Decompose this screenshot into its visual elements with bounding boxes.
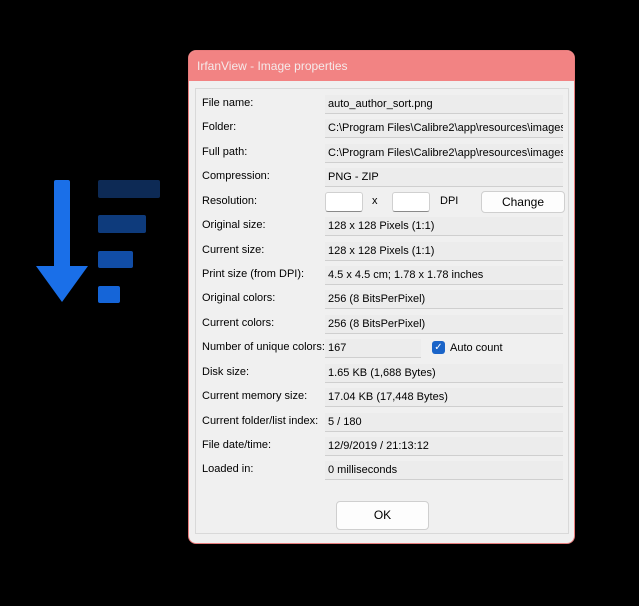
list-bar xyxy=(98,215,146,233)
sort-by-author-icon xyxy=(36,178,166,306)
folder-index-value[interactable]: 5 / 180 xyxy=(325,413,563,432)
row-folder: Folder: C:\Program Files\Calibre2\app\re… xyxy=(196,118,568,140)
loaded-in-value[interactable]: 0 milliseconds xyxy=(325,461,563,480)
image-properties-dialog: IrfanView - Image properties File name: … xyxy=(188,50,575,544)
disk-size-label: Disk size: xyxy=(202,366,250,378)
row-current-size: Current size: 128 x 128 Pixels (1:1) xyxy=(196,241,568,263)
list-bar xyxy=(98,286,120,303)
row-compression: Compression: PNG - ZIP xyxy=(196,167,568,189)
dialog-titlebar[interactable]: IrfanView - Image properties xyxy=(189,51,574,81)
row-loaded-in: Loaded in: 0 milliseconds xyxy=(196,460,568,482)
full-path-value[interactable]: C:\Program Files\Calibre2\app\resources\… xyxy=(325,144,563,163)
original-colors-label: Original colors: xyxy=(202,292,276,304)
memory-size-label: Current memory size: xyxy=(202,390,308,402)
file-name-value[interactable]: auto_author_sort.png xyxy=(325,95,563,114)
row-folder-index: Current folder/list index: 5 / 180 xyxy=(196,412,568,434)
current-size-label: Current size: xyxy=(202,244,265,256)
auto-count-label[interactable]: Auto count xyxy=(450,342,503,354)
arrow-shaft xyxy=(54,180,70,270)
ok-button[interactable]: OK xyxy=(336,501,429,530)
auto-count-checkbox[interactable]: ✓ xyxy=(432,341,445,354)
properties-group: File name: auto_author_sort.png Folder: … xyxy=(195,88,569,534)
original-size-value[interactable]: 128 x 128 Pixels (1:1) xyxy=(325,217,563,236)
row-full-path: Full path: C:\Program Files\Calibre2\app… xyxy=(196,143,568,165)
dialog-title: IrfanView - Image properties xyxy=(197,59,348,73)
folder-value[interactable]: C:\Program Files\Calibre2\app\resources\… xyxy=(325,119,563,138)
row-resolution: Resolution: x DPI Change xyxy=(196,191,568,214)
row-original-colors: Original colors: 256 (8 BitsPerPixel) xyxy=(196,289,568,311)
print-size-label: Print size (from DPI): xyxy=(202,268,305,280)
row-original-size: Original size: 128 x 128 Pixels (1:1) xyxy=(196,216,568,238)
file-datetime-value[interactable]: 12/9/2019 / 21:13:12 xyxy=(325,437,563,456)
full-path-label: Full path: xyxy=(202,146,248,158)
folder-index-label: Current folder/list index: xyxy=(202,415,319,427)
compression-label: Compression: xyxy=(202,170,270,182)
original-colors-value[interactable]: 256 (8 BitsPerPixel) xyxy=(325,290,563,309)
file-name-label: File name: xyxy=(202,97,254,109)
resolution-label: Resolution: xyxy=(202,195,258,207)
row-file-datetime: File date/time: 12/9/2019 / 21:13:12 xyxy=(196,436,568,458)
checkmark-icon: ✓ xyxy=(434,342,443,353)
row-current-colors: Current colors: 256 (8 BitsPerPixel) xyxy=(196,314,568,336)
compression-value[interactable]: PNG - ZIP xyxy=(325,168,563,187)
row-print-size: Print size (from DPI): 4.5 x 4.5 cm; 1.7… xyxy=(196,265,568,287)
row-disk-size: Disk size: 1.65 KB (1,688 Bytes) xyxy=(196,363,568,385)
row-memory-size: Current memory size: 17.04 KB (17,448 By… xyxy=(196,387,568,409)
arrow-head xyxy=(36,266,88,302)
original-size-label: Original size: xyxy=(202,219,266,231)
resolution-x-separator: x xyxy=(372,195,378,207)
folder-label: Folder: xyxy=(202,121,237,133)
dpi-label: DPI xyxy=(440,195,459,207)
current-colors-value[interactable]: 256 (8 BitsPerPixel) xyxy=(325,315,563,334)
list-bar xyxy=(98,180,160,198)
row-file-name: File name: auto_author_sort.png xyxy=(196,94,568,116)
unique-colors-value[interactable]: 167 xyxy=(325,339,421,358)
loaded-in-label: Loaded in: xyxy=(202,463,254,475)
memory-size-value[interactable]: 17.04 KB (17,448 Bytes) xyxy=(325,388,563,407)
change-button[interactable]: Change xyxy=(481,191,565,213)
resolution-x-input[interactable] xyxy=(325,192,363,212)
current-colors-label: Current colors: xyxy=(202,317,275,329)
unique-colors-label: Number of unique colors: xyxy=(202,341,325,353)
current-size-value[interactable]: 128 x 128 Pixels (1:1) xyxy=(325,242,563,261)
row-unique-colors: Number of unique colors: 167 ✓ Auto coun… xyxy=(196,338,568,360)
file-datetime-label: File date/time: xyxy=(202,439,272,451)
disk-size-value[interactable]: 1.65 KB (1,688 Bytes) xyxy=(325,364,563,383)
list-bar xyxy=(98,251,133,268)
resolution-y-input[interactable] xyxy=(392,192,430,212)
print-size-value[interactable]: 4.5 x 4.5 cm; 1.78 x 1.78 inches xyxy=(325,266,563,285)
